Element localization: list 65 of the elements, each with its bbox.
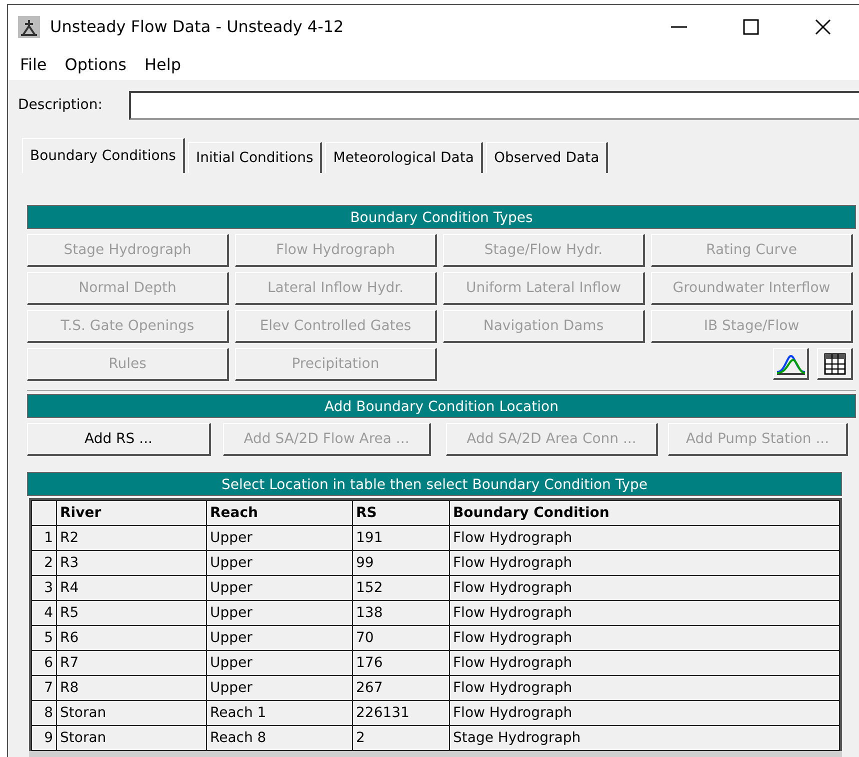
row-number: 8	[32, 700, 56, 726]
section-header: Select Location in table then select Boundary Condition Type	[27, 472, 842, 496]
row-number: 2	[32, 550, 56, 576]
app-icon	[18, 16, 40, 38]
plot-button[interactable]	[773, 348, 809, 380]
table-cell: Upper	[206, 626, 352, 650]
tab[interactable]: Meteorological Data	[325, 142, 483, 173]
tab[interactable]: Boundary Conditions	[22, 138, 185, 173]
column-header: Boundary Condition	[450, 500, 840, 526]
table-button[interactable]	[817, 348, 853, 380]
row-number: 7	[32, 676, 56, 700]
table-cell: 152	[352, 576, 450, 600]
column-header: Reach	[206, 500, 352, 526]
table-cell: R2	[56, 526, 206, 550]
column-header: River	[56, 500, 206, 526]
description-label: Description:	[18, 96, 104, 114]
column-header: RS	[352, 500, 450, 526]
table-cell: R6	[56, 626, 206, 650]
table-cell: Flow Hydrograph	[450, 600, 840, 626]
table-cell: Upper	[206, 650, 352, 676]
window-title: Unsteady Flow Data - Unsteady 4-12	[50, 16, 344, 38]
table-cell: 138	[352, 600, 450, 626]
table-cell: 226131	[352, 700, 450, 726]
tab[interactable]: Observed Data	[486, 142, 608, 173]
table-cell: 267	[352, 676, 450, 700]
table-cell: 99	[352, 550, 450, 576]
row-number: 6	[32, 650, 56, 676]
menu-item[interactable]: File	[12, 52, 55, 76]
add-location-button[interactable]: Add RS ...	[27, 423, 211, 456]
row-number: 5	[32, 626, 56, 650]
table-cell: Flow Hydrograph	[450, 550, 840, 576]
table-cell: R7	[56, 650, 206, 676]
table-cell: Upper	[206, 676, 352, 700]
section-header: Add Boundary Condition Location	[27, 394, 856, 418]
tab[interactable]: Initial Conditions	[188, 142, 322, 173]
table-cell: 70	[352, 626, 450, 650]
minimize-icon	[671, 26, 687, 28]
row-number: 1	[32, 526, 56, 550]
table-cell: Upper	[206, 600, 352, 626]
table-cell: Upper	[206, 550, 352, 576]
table-cell: Reach 1	[206, 700, 352, 726]
table-cell: Flow Hydrograph	[450, 676, 840, 700]
menu-item[interactable]: Help	[136, 52, 189, 76]
table-cell: 176	[352, 650, 450, 676]
close-icon	[815, 19, 831, 35]
table-cell: Flow Hydrograph	[450, 700, 840, 726]
table-cell: Flow Hydrograph	[450, 650, 840, 676]
menu-item[interactable]: Options	[56, 52, 135, 76]
table-cell: R8	[56, 676, 206, 700]
table-cell: Storan	[56, 700, 206, 726]
row-number: 4	[32, 600, 56, 626]
table-cell: Flow Hydrograph	[450, 526, 840, 550]
table-cell: R3	[56, 550, 206, 576]
table-cell: R5	[56, 600, 206, 626]
table-cell: Upper	[206, 526, 352, 550]
maximize-icon	[743, 19, 759, 35]
row-number: 3	[32, 576, 56, 600]
table-cell: Upper	[206, 576, 352, 600]
table-cell: Flow Hydrograph	[450, 576, 840, 600]
table-cell: Flow Hydrograph	[450, 626, 840, 650]
table-cell: 191	[352, 526, 450, 550]
table-cell: R4	[56, 576, 206, 600]
section-header: Boundary Condition Types	[27, 205, 856, 229]
grid-icon	[824, 352, 846, 374]
description-field[interactable]	[129, 90, 859, 120]
